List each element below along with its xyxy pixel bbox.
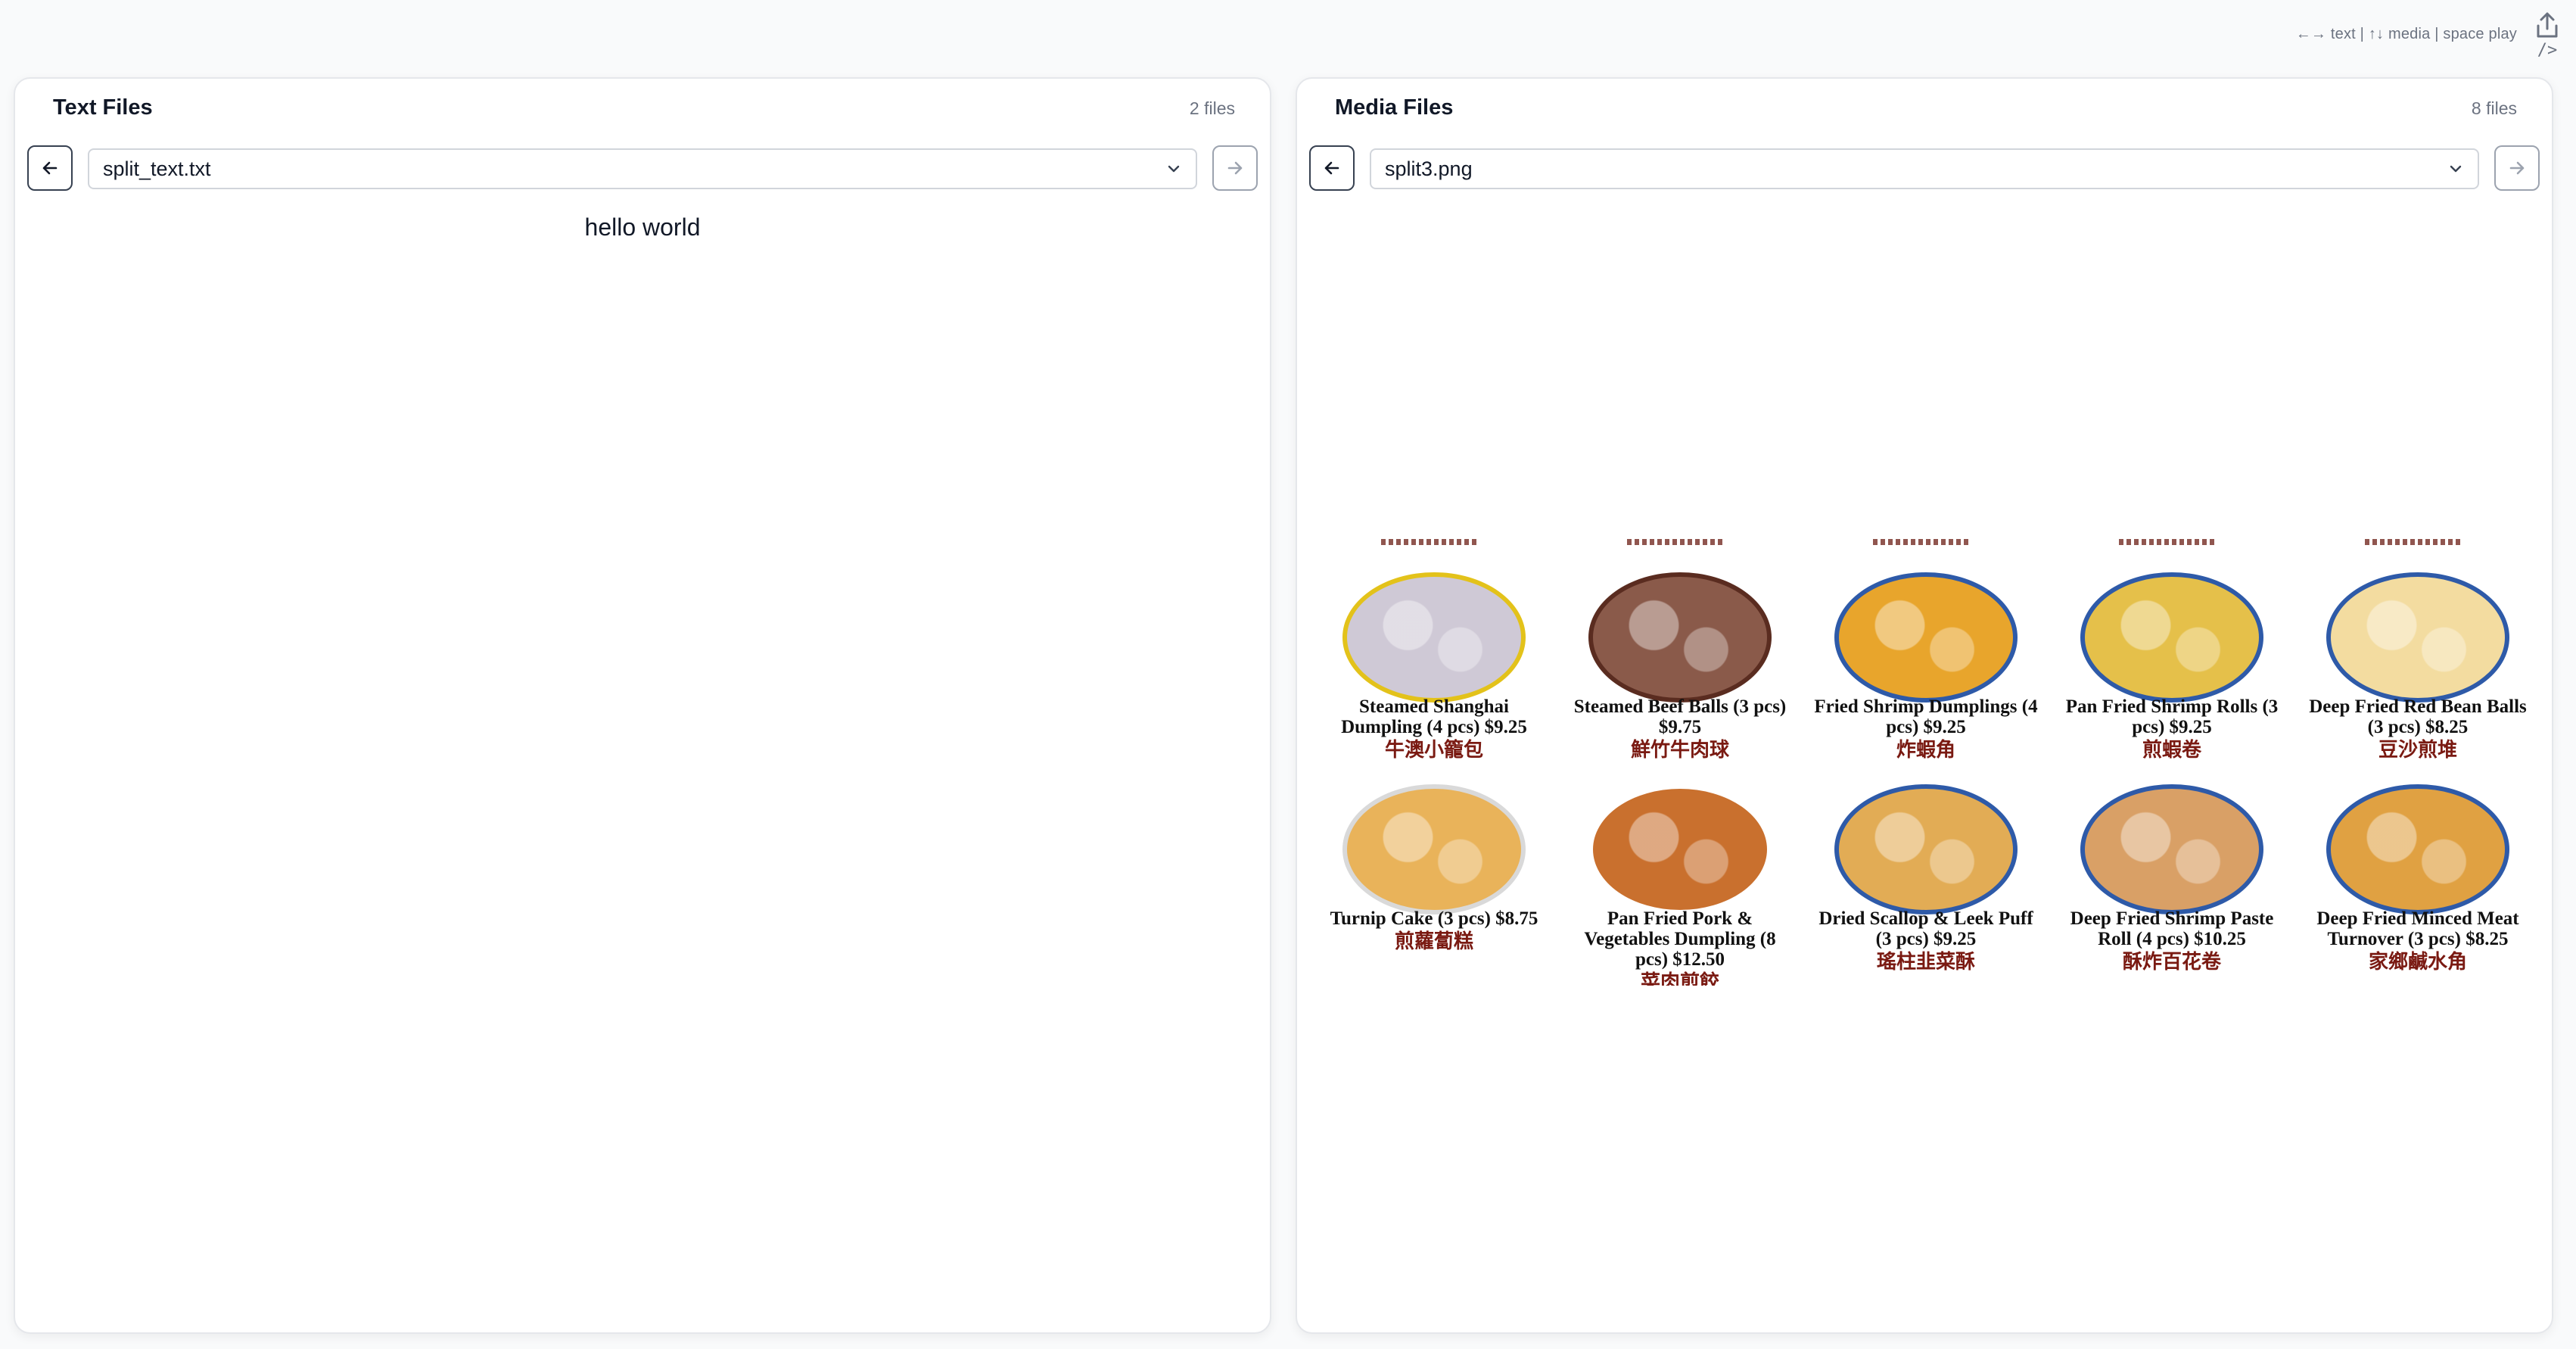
menu-item-chinese: 煎蝦卷 <box>2142 739 2201 762</box>
menu-item-english: Deep Fried Red Bean Balls (3 pcs) $8.25 <box>2309 696 2527 737</box>
menu-item-english: Pan Fried Shrimp Rolls (3 pcs) $9.25 <box>2065 696 2279 737</box>
share-upload-icon <box>2537 12 2558 38</box>
menu-item: Pan Fried Shrimp Rolls (3 pcs) $9.25 煎蝦卷 <box>2058 554 2285 761</box>
panel-title: Media Files <box>1335 95 1454 120</box>
menu-image: Steamed Shanghai Dumpling (4 pcs) $9.25 牛… <box>1309 539 2540 986</box>
dish-photo <box>2080 784 2263 914</box>
next-media-button[interactable] <box>2494 145 2540 191</box>
selected-file: split_text.txt <box>103 157 211 180</box>
media-file-select[interactable]: split3.png <box>1370 148 2479 189</box>
arrow-left-icon <box>42 161 58 175</box>
menu-item-name: Fried Shrimp Dumplings (4 pcs) $9.25 炸蝦角 <box>1812 696 2039 761</box>
dish-photo <box>2080 572 2263 703</box>
cropped-header-row <box>1309 539 2540 550</box>
menu-item-chinese: 鮮竹牛肉球 <box>1630 739 1729 762</box>
prev-text-button[interactable] <box>27 145 73 191</box>
menu-item: Pan Fried Pork & Vegetables Dumpling (8 … <box>1566 766 1794 986</box>
menu-item-english: Dried Scallop & Leek Puff (3 pcs) $9.25 <box>1818 908 2033 949</box>
arrow-left-icon <box>1324 161 1339 175</box>
dish-photo <box>1588 784 1772 914</box>
dish-photo <box>1834 784 2018 914</box>
next-text-button[interactable] <box>1212 145 1258 191</box>
dish-photo <box>2326 572 2509 703</box>
text-content: hello world <box>584 213 701 241</box>
menu-item-english: Steamed Shanghai Dumpling (4 pcs) $9.25 <box>1341 696 1527 737</box>
menu-item: Deep Fried Minced Meat Turnover (3 pcs) … <box>2304 766 2531 973</box>
chevron-down-icon <box>1168 165 1180 173</box>
share-button[interactable]: /> <box>2532 11 2562 64</box>
media-files-panel: Media Files 8 files split3.png Steamed S… <box>1296 77 2553 1334</box>
panel-title: Text Files <box>53 95 153 120</box>
menu-item-name: Steamed Beef Balls (3 pcs) $9.75 鮮竹牛肉球 <box>1566 696 1794 761</box>
menu-item-name: Pan Fried Pork & Vegetables Dumpling (8 … <box>1566 908 1794 986</box>
selected-file: split3.png <box>1385 157 1473 180</box>
menu-item-chinese: 牛澳小籠包 <box>1384 739 1483 762</box>
media-viewer: Steamed Shanghai Dumpling (4 pcs) $9.25 牛… <box>1309 207 2540 1317</box>
menu-item: Turnip Cake (3 pcs) $8.75 煎蘿蔔糕 <box>1321 766 1548 970</box>
menu-item-english: Pan Fried Pork & Vegetables Dumpling (8 … <box>1584 908 1776 970</box>
menu-item-name: Deep Fried Shrimp Paste Roll (4 pcs) $10… <box>2058 908 2285 973</box>
menu-item-chinese: 酥炸百花卷 <box>2122 951 2221 974</box>
menu-item-english: Fried Shrimp Dumplings (4 pcs) $9.25 <box>1814 696 2038 737</box>
menu-item-chinese: 家鄉鹹水角 <box>2368 951 2467 974</box>
menu-item-name: Dried Scallop & Leek Puff (3 pcs) $9.25 瑤… <box>1812 908 2039 973</box>
file-count: 2 files <box>1189 98 1235 118</box>
file-count: 8 files <box>2471 98 2517 118</box>
menu-item: Deep Fried Red Bean Balls (3 pcs) $8.25 豆… <box>2304 554 2531 761</box>
dish-photo <box>1342 784 1526 914</box>
menu-item-english: Deep Fried Minced Meat Turnover (3 pcs) … <box>2316 908 2519 949</box>
menu-item: Steamed Beef Balls (3 pcs) $9.75 鮮竹牛肉球 <box>1566 554 1794 761</box>
menu-item: Deep Fried Shrimp Paste Roll (4 pcs) $10… <box>2058 766 2285 973</box>
menu-item: Fried Shrimp Dumplings (4 pcs) $9.25 炸蝦角 <box>1812 554 2039 761</box>
menu-item: Dried Scallop & Leek Puff (3 pcs) $9.25 瑤… <box>1812 766 2039 973</box>
dish-photo <box>1342 572 1526 703</box>
menu-item-chinese: 炸蝦角 <box>1896 739 1955 762</box>
arrow-right-icon <box>2509 161 2525 175</box>
menu-item-english: Steamed Beef Balls (3 pcs) $9.75 <box>1573 696 1787 737</box>
dish-photo <box>2326 784 2509 914</box>
arrow-right-icon <box>1227 161 1243 175</box>
menu-item-chinese: 菜肉煎餃 <box>1640 971 1719 986</box>
menu-item-english: Turnip Cake (3 pcs) $8.75 <box>1330 908 1538 929</box>
chevron-down-icon <box>2450 165 2462 173</box>
menu-item-name: Deep Fried Minced Meat Turnover (3 pcs) … <box>2304 908 2531 973</box>
menu-item-chinese: 煎蘿蔔糕 <box>1394 930 1473 953</box>
embed-icon[interactable]: /> <box>2537 42 2558 59</box>
text-file-select[interactable]: split_text.txt <box>88 148 1197 189</box>
keyboard-hint: ←→ text | ↑↓ media | space play <box>2295 26 2517 42</box>
dish-photo <box>1834 572 2018 703</box>
menu-item-name: Turnip Cake (3 pcs) $8.75 煎蘿蔔糕 <box>1321 908 1548 952</box>
text-files-panel: Text Files 2 files split_text.txt hello … <box>14 77 1271 1334</box>
menu-item-english: Deep Fried Shrimp Paste Roll (4 pcs) $10… <box>2070 908 2274 949</box>
prev-media-button[interactable] <box>1309 145 1355 191</box>
menu-item-name: Deep Fried Red Bean Balls (3 pcs) $8.25 豆… <box>2304 696 2531 761</box>
menu-item: Steamed Shanghai Dumpling (4 pcs) $9.25 牛… <box>1321 554 1548 761</box>
menu-item-name: Steamed Shanghai Dumpling (4 pcs) $9.25 牛… <box>1321 696 1548 761</box>
menu-item-chinese: 瑤柱韭菜酥 <box>1876 951 1975 974</box>
dish-photo <box>1588 572 1772 703</box>
menu-item-name: Pan Fried Shrimp Rolls (3 pcs) $9.25 煎蝦卷 <box>2058 696 2285 761</box>
menu-item-chinese: 豆沙煎堆 <box>2378 739 2457 762</box>
